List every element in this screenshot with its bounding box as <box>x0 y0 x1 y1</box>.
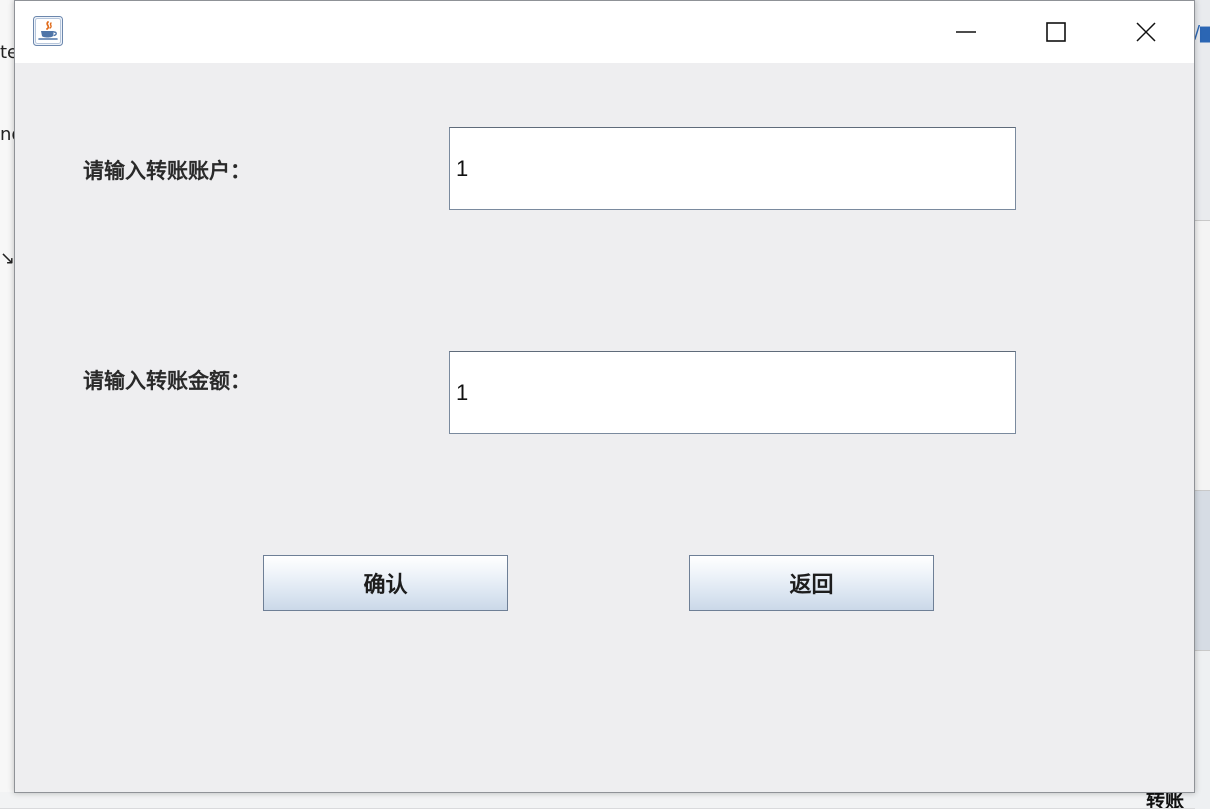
minimize-icon <box>956 31 976 33</box>
amount-label: 请输入转账金额： <box>83 369 251 393</box>
background-panel <box>1195 220 1210 491</box>
java-coffee-cup-icon <box>33 16 63 46</box>
minimize-button[interactable] <box>921 1 1011 63</box>
close-icon <box>1136 22 1156 42</box>
transfer-dialog-window: 请输入转账账户： 请输入转账金额： 确认 返回 <box>14 0 1195 793</box>
title-bar[interactable] <box>15 1 1194 63</box>
maximize-icon <box>1046 22 1066 42</box>
close-button[interactable] <box>1101 1 1191 63</box>
background-bottom-strip <box>0 792 1146 808</box>
account-input[interactable] <box>449 127 1016 210</box>
confirm-button[interactable]: 确认 <box>263 555 508 611</box>
maximize-button[interactable] <box>1011 1 1101 63</box>
account-label: 请输入转账账户： <box>83 159 251 183</box>
back-button[interactable]: 返回 <box>689 555 934 611</box>
background-icon: /▆ <box>1194 22 1210 43</box>
amount-input[interactable] <box>449 351 1016 434</box>
background-panel <box>1195 490 1210 651</box>
